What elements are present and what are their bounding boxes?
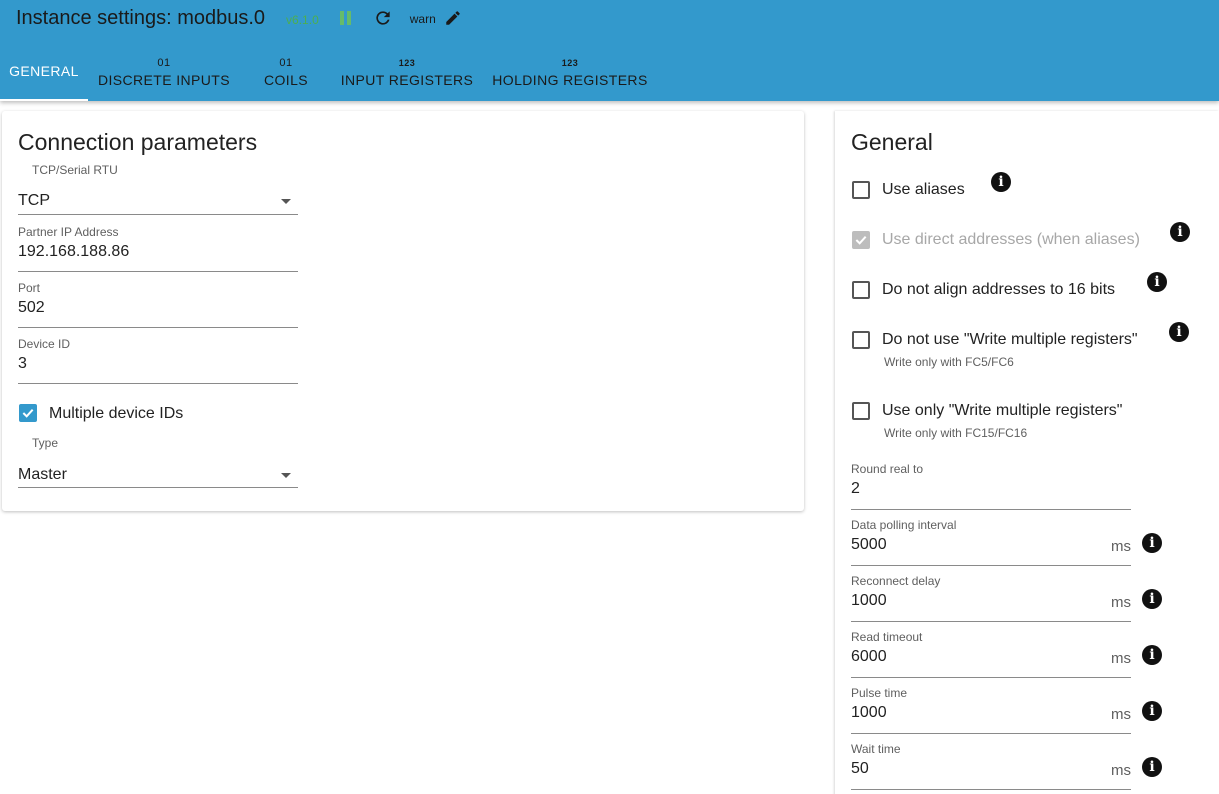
no-write-multiple-label: Do not use "Write multiple registers" [882,331,1138,348]
check-icon [855,235,867,245]
partner-ip-field[interactable]: Partner IP Address 192.168.188.86 [18,225,298,272]
pause-icon[interactable] [339,11,353,25]
field-value: 1000 [851,704,887,721]
unit-label: ms [1111,650,1131,667]
field-value: 3 [18,355,27,372]
use-aliases-checkbox[interactable] [852,181,870,199]
use-direct-label: Use direct addresses (when aliases) [882,231,1140,248]
info-icon[interactable]: i [1142,533,1162,553]
field-label: Pulse time [851,686,908,700]
tab-label: INPUT REGISTERS [340,72,474,88]
field-label: TCP/Serial RTU [32,163,118,177]
use-direct-checkbox [852,231,870,249]
tab-general[interactable]: GENERAL [0,50,88,101]
port-field[interactable]: Port 502 [18,281,298,328]
info-icon[interactable]: i [1147,272,1167,292]
general-title: General [851,129,933,155]
use-aliases-label: Use aliases [882,181,965,198]
wait-time-field[interactable]: Wait time 50 ms [851,742,1131,790]
tab-label: HOLDING REGISTERS [492,72,648,88]
info-icon[interactable]: i [1170,222,1190,242]
tab-discrete-inputs[interactable]: 01 DISCRETE INPUTS [94,50,234,101]
field-label: Read timeout [851,630,923,644]
transport-select[interactable]: TCP/Serial RTU TCP [18,163,298,215]
chevron-down-icon [281,473,291,478]
read-timeout-field[interactable]: Read timeout 6000 ms [851,630,1131,678]
unit-label: ms [1111,706,1131,723]
unit-label: ms [1111,538,1131,555]
type-select[interactable]: Type Master [18,436,298,488]
field-label: Data polling interval [851,518,957,532]
title-row: Instance settings: modbus.0 v6.1.0 warn [16,5,462,31]
field-label: Port [18,281,41,295]
multiple-ids-label: Multiple device IDs [49,405,184,422]
info-icon[interactable]: i [991,172,1011,192]
field-value: 192.168.188.86 [18,243,130,260]
tab-label: GENERAL [9,63,79,79]
reload-icon[interactable] [373,8,393,28]
binary-badge-icon: 01 [157,57,171,69]
device-id-field[interactable]: Device ID 3 [18,337,298,384]
chevron-down-icon [281,199,291,204]
field-value: 502 [18,299,45,316]
multiple-ids-checkbox[interactable] [19,404,37,422]
no-align-checkbox[interactable] [852,281,870,299]
tab-holding-registers[interactable]: 123 HOLDING REGISTERS [488,50,652,101]
binary-badge-icon: 01 [279,57,293,69]
field-value: Master [18,466,67,483]
unit-label: ms [1111,594,1131,611]
field-label: Wait time [851,742,901,756]
info-icon[interactable]: i [1142,701,1162,721]
check-icon [22,408,34,418]
version-label: v6.1.0 [286,12,319,27]
field-label: Partner IP Address [18,225,119,239]
field-label: Round real to [851,462,924,476]
log-level-label: warn [409,12,436,26]
field-value: TCP [18,192,50,209]
general-card: General Use aliases i Use direct address… [835,111,1219,794]
field-value: 6000 [851,648,887,665]
field-value: 2 [851,480,860,497]
field-value: 5000 [851,536,887,553]
field-label: Device ID [18,337,71,351]
poll-interval-field[interactable]: Data polling interval 5000 ms [851,518,1131,566]
reconnect-delay-field[interactable]: Reconnect delay 1000 ms [851,574,1131,622]
app-header: Instance settings: modbus.0 v6.1.0 warn … [0,0,1219,101]
field-label: Reconnect delay [851,574,941,588]
tab-label: COILS [263,72,308,88]
connection-card: Connection parameters TCP/Serial RTU TCP… [2,111,804,511]
field-value: 1000 [851,592,887,609]
number-badge-icon: 123 [561,58,579,68]
info-icon[interactable]: i [1142,757,1162,777]
no-align-label: Do not align addresses to 16 bits [882,281,1116,298]
tab-input-registers[interactable]: 123 INPUT REGISTERS [335,50,479,101]
number-badge-icon: 123 [398,58,416,68]
only-write-multiple-help: Write only with FC15/FC16 [884,426,1028,440]
unit-label: ms [1111,762,1131,779]
page-title: Instance settings: modbus.0 [16,6,266,29]
tab-label: DISCRETE INPUTS [97,72,230,88]
no-write-multiple-checkbox[interactable] [852,331,870,349]
pulse-time-field[interactable]: Pulse time 1000 ms [851,686,1131,734]
only-write-multiple-checkbox[interactable] [852,402,870,420]
info-icon[interactable]: i [1142,645,1162,665]
info-icon[interactable]: i [1169,322,1189,342]
info-icon[interactable]: i [1142,589,1162,609]
no-write-multiple-help: Write only with FC5/FC6 [884,355,1014,369]
round-real-field[interactable]: Round real to 2 [851,462,1131,510]
connection-title: Connection parameters [18,129,258,155]
field-value: 50 [851,760,869,777]
tab-coils[interactable]: 01 COILS [244,50,328,101]
field-label: Type [32,436,59,450]
edit-icon[interactable] [444,9,462,27]
only-write-multiple-label: Use only "Write multiple registers" [882,402,1123,419]
